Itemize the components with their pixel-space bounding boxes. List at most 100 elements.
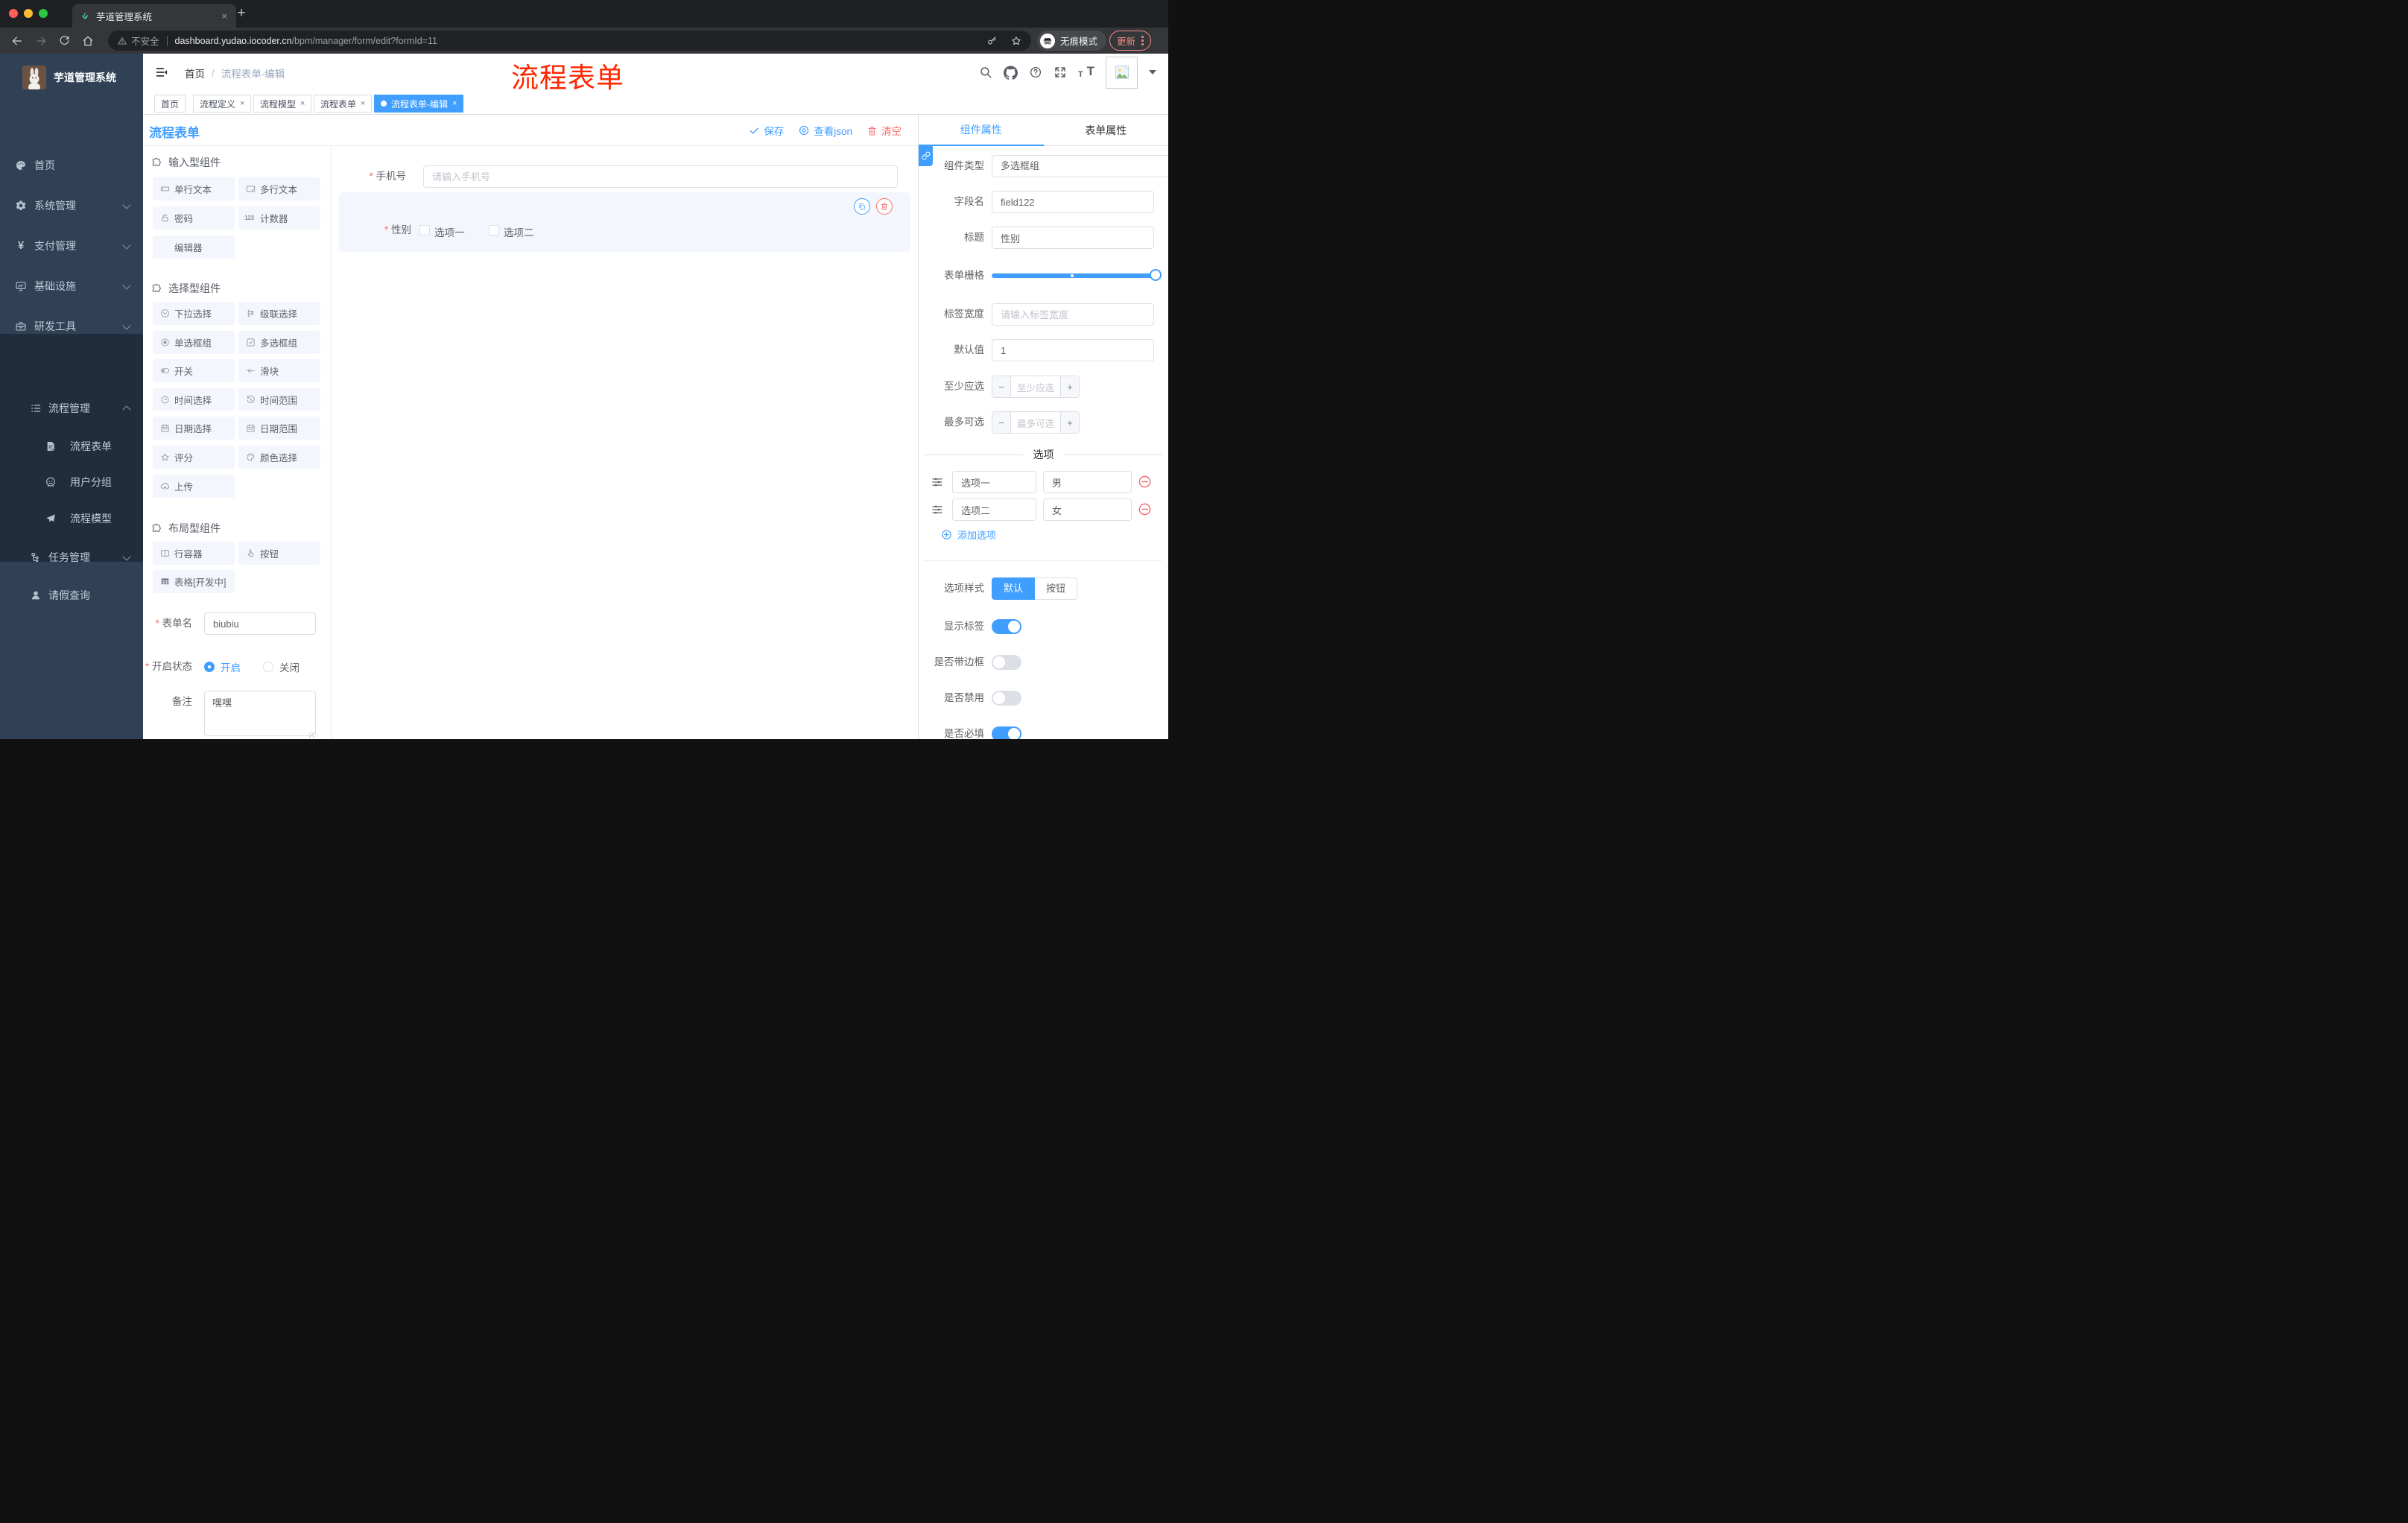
tag-process-definition[interactable]: 流程定义 × xyxy=(193,95,252,113)
sidebar-item-payment[interactable]: ¥ 支付管理 xyxy=(0,226,143,266)
add-option-button[interactable]: 添加选项 xyxy=(941,528,996,542)
component-item-switch[interactable]: 开关 xyxy=(153,359,235,382)
font-size-icon[interactable] xyxy=(1078,64,1094,79)
security-chip[interactable]: 不安全 xyxy=(117,34,159,48)
component-item-password[interactable]: 密码 xyxy=(153,206,235,229)
component-item-row-container[interactable]: 行容器 xyxy=(153,542,235,565)
label-width-input[interactable] xyxy=(992,303,1154,326)
field-name-input[interactable] xyxy=(992,191,1154,213)
radio-off[interactable] xyxy=(263,662,273,672)
sidebar-item-process-model[interactable]: 流程模型 xyxy=(0,501,143,536)
view-json-button[interactable]: 查看json xyxy=(798,123,852,138)
tag-process-model[interactable]: 流程模型 × xyxy=(253,95,312,113)
checkbox-option-2[interactable] xyxy=(489,225,499,235)
component-item-counter[interactable]: 计数器 xyxy=(238,206,320,229)
drag-handle-icon[interactable] xyxy=(931,503,944,516)
search-icon[interactable] xyxy=(979,66,992,79)
close-tag-icon[interactable]: × xyxy=(300,99,305,108)
tag-home[interactable]: 首页 xyxy=(154,95,186,113)
grid-slider[interactable] xyxy=(992,269,1162,281)
forward-icon[interactable] xyxy=(34,34,48,48)
component-item-upload[interactable]: 上传 xyxy=(153,475,235,498)
option-1-label-input[interactable] xyxy=(952,471,1036,493)
phone-input[interactable] xyxy=(423,165,898,188)
border-toggle[interactable] xyxy=(992,655,1021,670)
decrease-button[interactable]: − xyxy=(992,412,1011,433)
component-item-editor[interactable]: 编辑器 xyxy=(153,235,235,259)
form-remark-textarea[interactable]: 嘿嘿 xyxy=(204,691,316,736)
component-item-color-picker[interactable]: 颜色选择 xyxy=(238,446,320,469)
required-toggle[interactable] xyxy=(992,726,1021,739)
checkbox-option-1-label[interactable]: 选项一 xyxy=(434,224,465,239)
sidebar-item-task-management[interactable]: 任务管理 xyxy=(0,537,143,577)
copy-component-button[interactable] xyxy=(854,198,870,215)
increase-button[interactable]: + xyxy=(1060,376,1079,397)
resize-handle[interactable] xyxy=(308,732,314,738)
sidebar-item-process-management[interactable]: 流程管理 xyxy=(0,388,143,428)
avatar[interactable] xyxy=(1106,56,1138,89)
sidebar-item-home[interactable]: 首页 xyxy=(0,145,143,186)
component-item-cascader[interactable]: 级联选择 xyxy=(238,302,320,325)
component-item-select[interactable]: 下拉选择 xyxy=(153,302,235,325)
component-item-time-picker[interactable]: 时间选择 xyxy=(153,388,235,411)
drag-handle-icon[interactable] xyxy=(931,475,944,489)
option-1-value-input[interactable] xyxy=(1043,471,1132,493)
slider-handle[interactable] xyxy=(1150,269,1162,281)
zoom-window-button[interactable] xyxy=(39,9,48,18)
component-item-textarea[interactable]: 多行文本 xyxy=(238,177,320,200)
sidebar-fold-icon[interactable] xyxy=(155,66,168,79)
remove-option-icon[interactable] xyxy=(1138,502,1152,516)
browser-update-button[interactable]: 更新 xyxy=(1109,31,1151,51)
browser-tab[interactable]: 芋道管理系统 × xyxy=(72,4,236,28)
address-bar[interactable]: 不安全 dashboard.yudao.iocoder.cn/bpm/manag… xyxy=(108,31,1031,51)
radio-on-selected[interactable] xyxy=(204,662,215,672)
max-select-value[interactable]: 最多可选 xyxy=(1011,412,1060,433)
sidebar-logo[interactable]: 芋道管理系统 xyxy=(0,60,143,95)
close-tag-icon[interactable]: × xyxy=(361,99,365,108)
home-icon[interactable] xyxy=(81,34,95,48)
sidebar-item-process-form[interactable]: 流程表单 xyxy=(0,428,143,464)
tab-form-properties[interactable]: 表单属性 xyxy=(1043,115,1168,146)
minimize-window-button[interactable] xyxy=(24,9,33,18)
fullscreen-icon[interactable] xyxy=(1054,66,1067,79)
field-link-tab[interactable] xyxy=(919,145,933,166)
component-item-input-text[interactable]: 单行文本 xyxy=(153,177,235,200)
style-default-button[interactable]: 默认 xyxy=(992,577,1036,600)
status-off-label[interactable]: 关闭 xyxy=(279,659,300,674)
delete-component-button[interactable] xyxy=(876,198,893,215)
new-tab-button[interactable]: + xyxy=(232,5,250,22)
back-icon[interactable] xyxy=(10,34,24,48)
help-question-icon[interactable] xyxy=(1029,66,1042,79)
component-item-rate[interactable]: 评分 xyxy=(153,446,235,469)
github-icon[interactable] xyxy=(1004,66,1018,80)
component-item-radio-group[interactable]: 单选框组 xyxy=(153,331,235,354)
tag-process-form[interactable]: 流程表单 × xyxy=(314,95,373,113)
status-on-label[interactable]: 开启 xyxy=(221,659,241,674)
checkbox-option-2-label[interactable]: 选项二 xyxy=(504,224,534,239)
sidebar-item-user-group[interactable]: 用户分组 xyxy=(0,464,143,500)
checkbox-option-1[interactable] xyxy=(419,225,430,235)
save-button[interactable]: 保存 xyxy=(749,123,784,138)
selected-component-checkbox-group[interactable]: 性别 选项一 选项二 xyxy=(339,192,910,252)
component-item-date-range[interactable]: 日期范围 xyxy=(238,417,320,440)
increase-button[interactable]: + xyxy=(1060,412,1079,433)
show-label-toggle[interactable] xyxy=(992,619,1021,634)
browser-menu-icon[interactable] xyxy=(1141,36,1144,45)
disabled-toggle[interactable] xyxy=(992,691,1021,706)
tag-process-form-edit[interactable]: 流程表单-编辑 × xyxy=(374,95,464,113)
component-type-select[interactable]: 多选框组 xyxy=(992,155,1168,177)
form-name-input[interactable] xyxy=(204,612,316,635)
min-select-value[interactable]: 至少应选 xyxy=(1011,376,1060,397)
style-button-button[interactable]: 按钮 xyxy=(1035,577,1078,600)
close-tag-icon[interactable]: × xyxy=(240,99,244,108)
default-value-input[interactable] xyxy=(992,339,1154,361)
breadcrumb-home[interactable]: 首页 xyxy=(185,66,205,80)
component-item-checkbox-group[interactable]: 多选框组 xyxy=(238,331,320,354)
component-item-date-picker[interactable]: 日期选择 xyxy=(153,417,235,440)
reload-icon[interactable] xyxy=(58,34,71,47)
sidebar-item-infrastructure[interactable]: 基础设施 xyxy=(0,266,143,306)
tab-component-properties[interactable]: 组件属性 xyxy=(919,115,1044,146)
clear-button[interactable]: 清空 xyxy=(866,123,902,138)
avatar-caret-down-icon[interactable] xyxy=(1149,70,1156,75)
component-item-button[interactable]: 按钮 xyxy=(238,542,320,565)
